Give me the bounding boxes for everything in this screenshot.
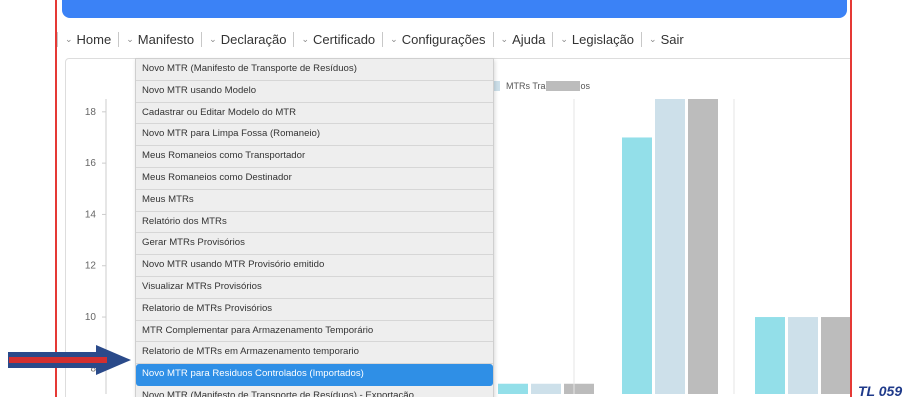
menu-item-mtr-provisorio-emitido[interactable]: Novo MTR usando MTR Provisório emitido — [136, 255, 493, 277]
nav-certificado-label: Certificado — [313, 31, 376, 47]
menu-item-meus-mtrs[interactable]: Meus MTRs — [136, 190, 493, 212]
menu-item-limpa-fossa[interactable]: Novo MTR para Limpa Fossa (Romaneio) — [136, 124, 493, 147]
chevron-down-icon: ⌄ — [301, 33, 310, 44]
menu-item-gerar-provisorios[interactable]: Gerar MTRs Provisórios — [136, 233, 493, 256]
nav-certificado[interactable]: ⌄ Certificado — [293, 31, 382, 47]
nav-sair-label: Sair — [660, 31, 684, 47]
nav-ajuda[interactable]: ⌄ Ajuda — [492, 31, 553, 47]
menu-item-romaneios-destinador[interactable]: Meus Romaneios como Destinador — [136, 168, 493, 190]
nav-home-label: Home — [76, 31, 112, 47]
nav-sair[interactable]: ⌄ Sair — [641, 31, 691, 47]
bar — [622, 137, 652, 394]
nav-declaracao[interactable]: ⌄ Declaração — [201, 31, 293, 47]
y-tick-label: 10 — [85, 312, 97, 323]
nav-configuracoes[interactable]: ⌄ Configurações — [382, 31, 492, 47]
chevron-down-icon: ⌄ — [65, 33, 73, 44]
menu-item-visualizar-provisorios[interactable]: Visualizar MTRs Provisórios — [136, 277, 493, 299]
bar — [498, 383, 528, 394]
chevron-down-icon: ⌄ — [390, 33, 398, 44]
nav-configuracoes-label: Configurações — [401, 31, 486, 47]
chevron-down-icon: ⌄ — [500, 33, 509, 44]
menu-item-cadastrar-modelo[interactable]: Cadastrar ou Editar Modelo do MTR — [136, 103, 493, 125]
chevron-down-icon: ⌄ — [649, 33, 657, 44]
chevron-down-icon: ⌄ — [209, 33, 217, 44]
bar — [564, 383, 594, 394]
nav-ajuda-label: Ajuda — [512, 31, 546, 47]
bar — [531, 383, 561, 394]
menu-item-exportacao[interactable]: Novo MTR (Manifesto de Transporte de Res… — [136, 386, 493, 397]
nav-manifesto-label: Manifesto — [137, 31, 195, 47]
menu-item-relatorio-mtrs[interactable]: Relatório dos MTRs — [136, 212, 493, 234]
menu-item-relatorio-armazenamento[interactable]: Relatorio de MTRs em Armazenamento tempo… — [136, 342, 493, 365]
menu-item-residuos-controlados[interactable]: Novo MTR para Residuos Controlados (Impo… — [136, 364, 493, 386]
nav-legislacao[interactable]: ⌄ Legislação — [552, 31, 641, 47]
bar — [688, 99, 718, 394]
app-frame: ⌄ Home ⌄ Manifesto ⌄ Declaração ⌄ Certificad… — [55, 0, 852, 397]
nav-legislacao-label: Legislação — [571, 31, 635, 47]
menu-item-mtr-complementar[interactable]: MTR Complementar para Armazenamento Temp… — [136, 321, 493, 343]
chevron-down-icon: ⌄ — [560, 33, 568, 44]
bar — [755, 317, 785, 394]
chevron-down-icon: ⌄ — [126, 33, 134, 44]
nav-home[interactable]: ⌄ Home — [57, 31, 118, 47]
y-tick-label: 16 — [85, 158, 97, 169]
bar — [655, 99, 685, 394]
main-nav: ⌄ Home ⌄ Manifesto ⌄ Declaração ⌄ Certificad… — [57, 28, 691, 50]
y-tick-label: 18 — [85, 107, 97, 118]
menu-item-relatorio-provisorios[interactable]: Relatorio de MTRs Provisórios — [136, 299, 493, 321]
y-tick-label: 12 — [85, 261, 97, 272]
pointer-arrow-icon — [8, 345, 131, 375]
nav-declaracao-label: Declaração — [220, 31, 287, 47]
menu-item-novo-mtr-modelo[interactable]: Novo MTR usando Modelo — [136, 81, 493, 103]
bar — [821, 317, 850, 394]
bar — [788, 317, 818, 394]
menu-item-romaneios-transportador[interactable]: Meus Romaneios como Transportador — [136, 146, 493, 168]
manifesto-dropdown-menu: Novo MTR (Manifesto de Transporte de Res… — [135, 58, 494, 397]
nav-manifesto[interactable]: ⌄ Manifesto — [118, 31, 201, 47]
legend-swatch — [546, 81, 580, 91]
menu-item-novo-mtr[interactable]: Novo MTR (Manifesto de Transporte de Res… — [136, 59, 493, 81]
top-header-bar — [62, 0, 847, 18]
y-tick-label: 14 — [85, 209, 97, 220]
